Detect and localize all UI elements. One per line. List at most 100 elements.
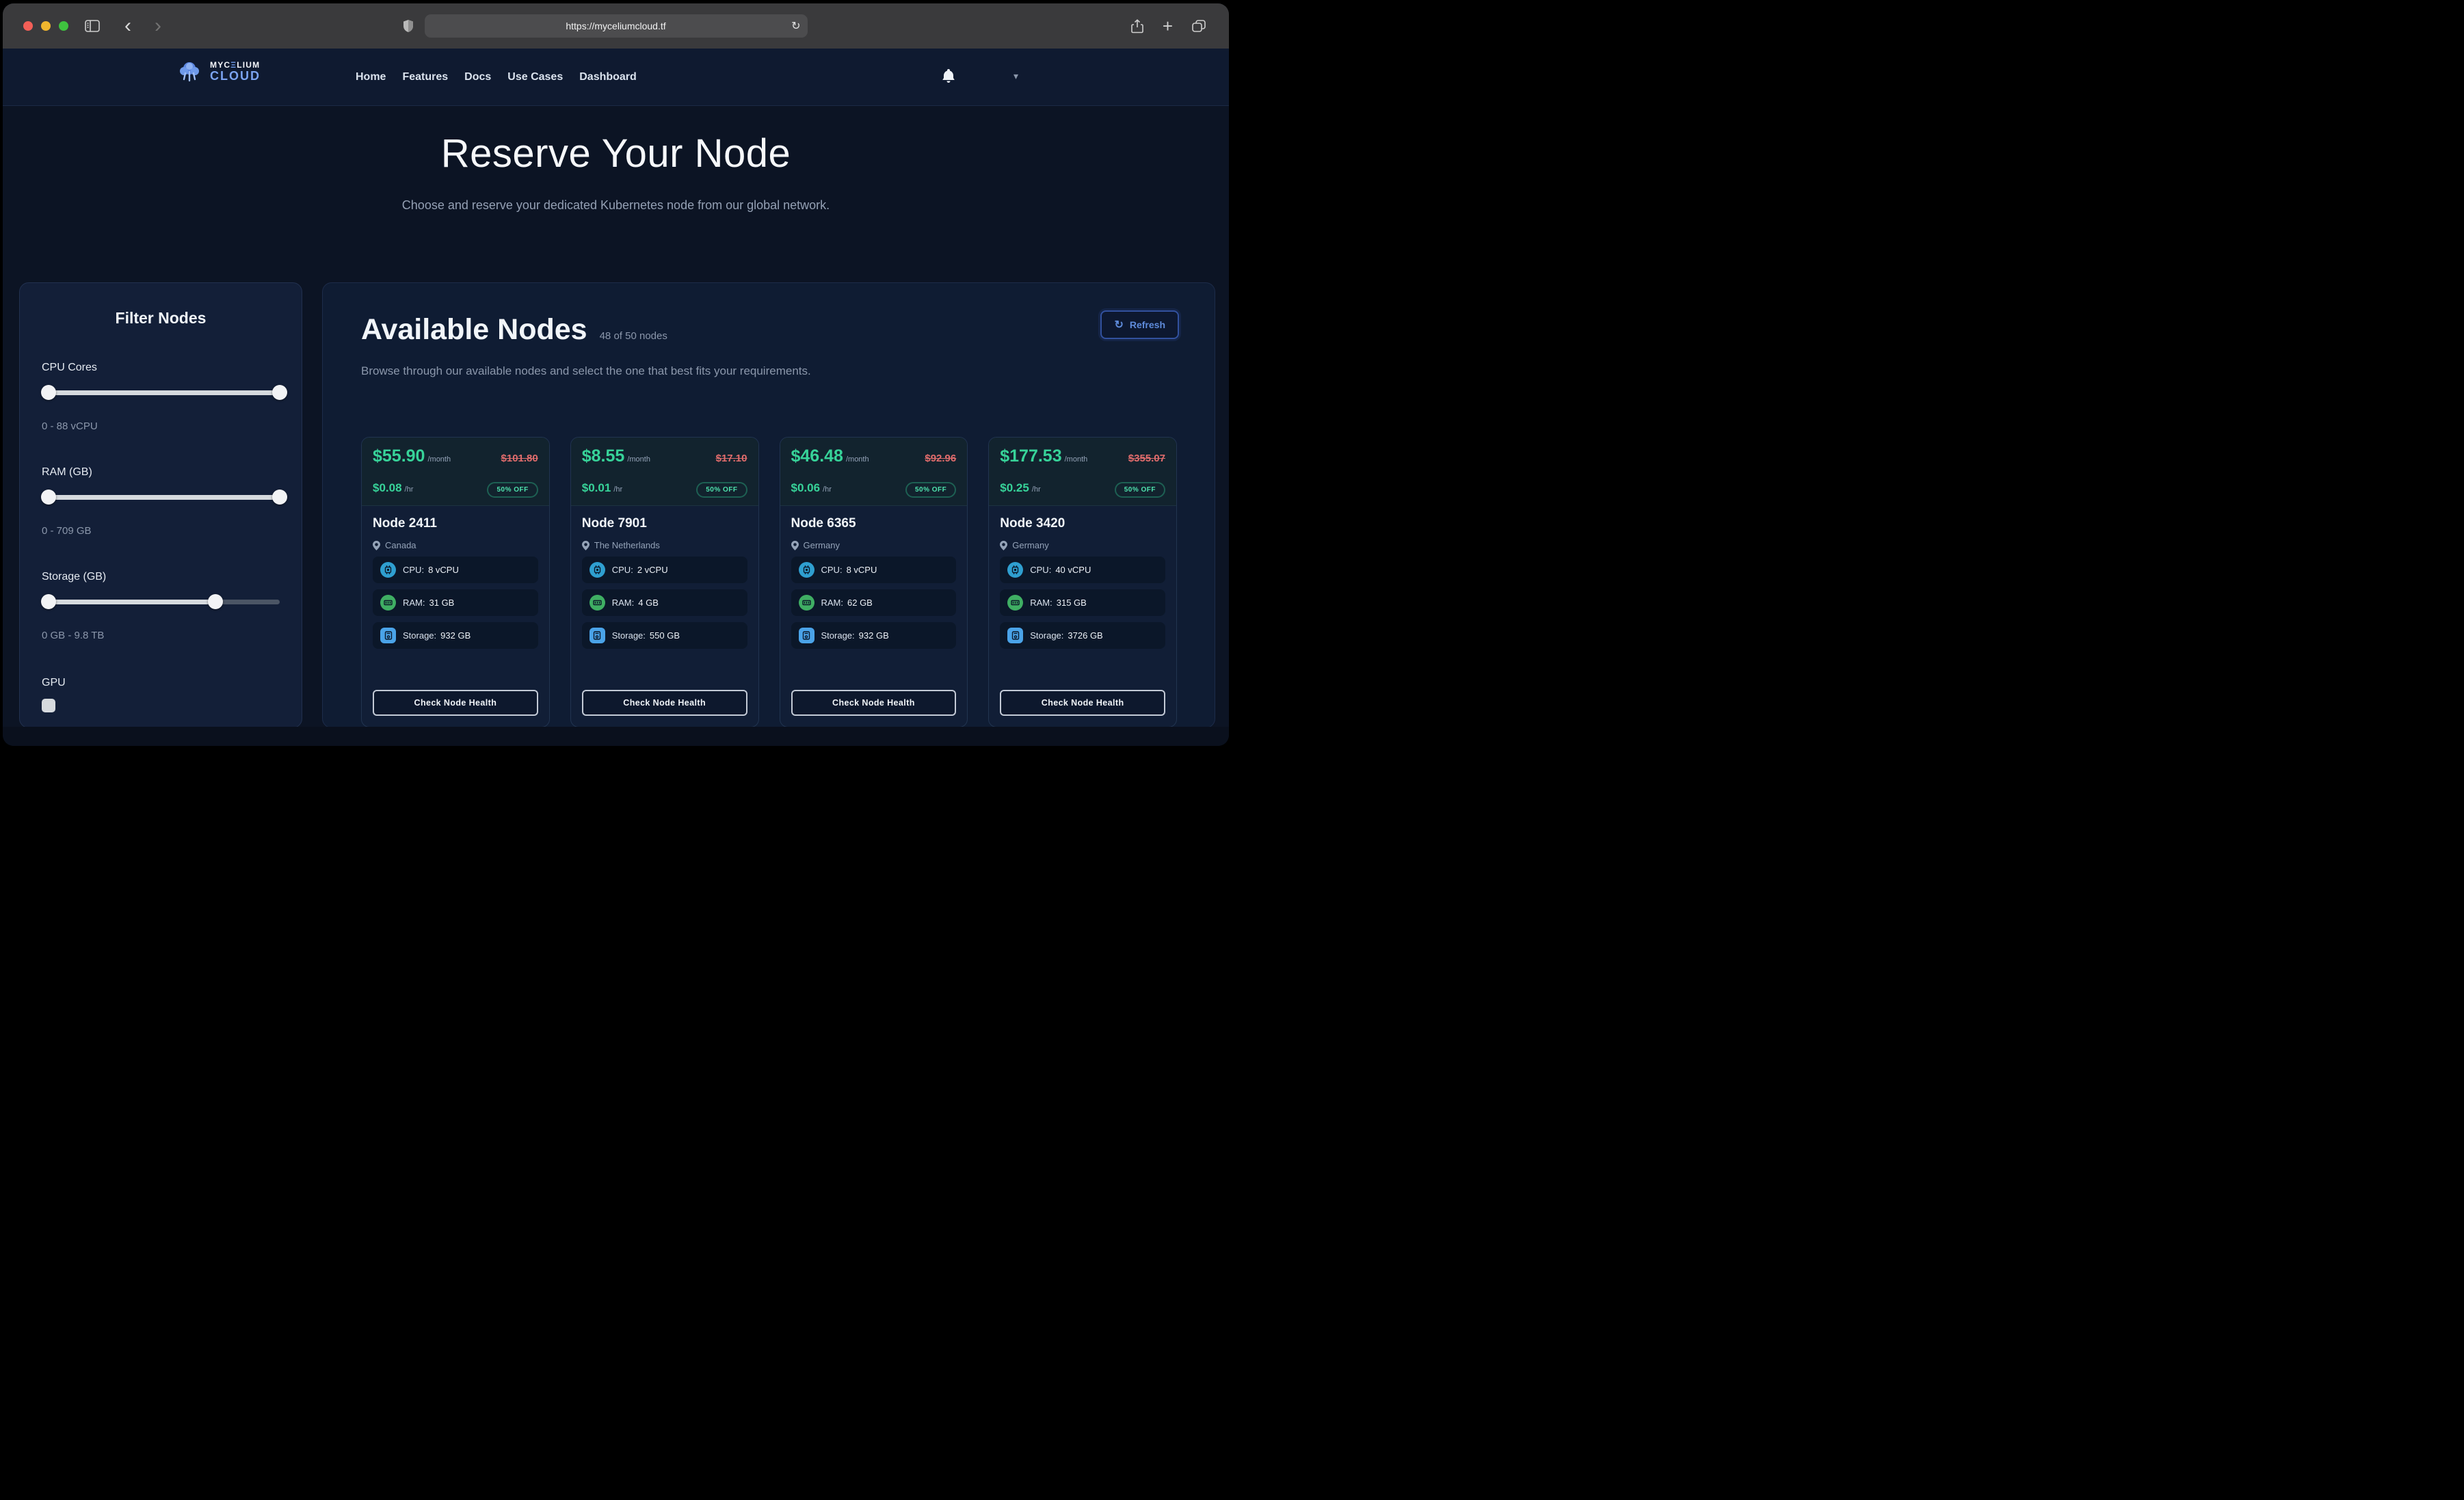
price-header: $46.48/month $92.96 $0.06/hr 50% OFF bbox=[780, 438, 968, 506]
node-name: Node 3420 bbox=[1000, 516, 1165, 531]
minimize-window-button[interactable] bbox=[41, 21, 51, 31]
location-pin-icon bbox=[1000, 541, 1007, 550]
spec-row-cpu: CPU:8 vCPU bbox=[791, 557, 957, 583]
sidebar-toggle-icon[interactable] bbox=[85, 3, 100, 49]
discount-badge: 50% OFF bbox=[905, 482, 956, 498]
nav-item-use-cases[interactable]: Use Cases bbox=[507, 71, 563, 83]
close-window-button[interactable] bbox=[23, 21, 33, 31]
ram-icon bbox=[380, 595, 396, 611]
location-pin-icon bbox=[791, 541, 799, 550]
nav-links: Home Features Docs Use Cases Dashboard bbox=[356, 49, 637, 106]
page-subtitle: Choose and reserve your dedicated Kubern… bbox=[3, 198, 1229, 213]
discount-badge: 50% OFF bbox=[487, 482, 538, 498]
node-card: $8.55/month $17.10 $0.01/hr 50% OFF Node… bbox=[570, 437, 759, 727]
storage-slider-handle-min[interactable] bbox=[41, 594, 56, 609]
cpu-icon bbox=[799, 562, 814, 578]
new-tab-button[interactable]: + bbox=[1163, 17, 1173, 35]
ram-slider-handle-max[interactable] bbox=[272, 490, 287, 505]
window-bottom-strip bbox=[3, 727, 1229, 746]
gpu-checkbox[interactable] bbox=[42, 699, 55, 712]
spec-row-ram: RAM:62 GB bbox=[791, 589, 957, 616]
hero-section: Reserve Your Node Choose and reserve you… bbox=[3, 131, 1229, 213]
cpu-range-text: 0 - 88 vCPU bbox=[42, 420, 280, 432]
zoom-window-button[interactable] bbox=[59, 21, 68, 31]
cpu-icon bbox=[589, 562, 605, 578]
cpu-icon bbox=[1007, 562, 1023, 578]
hourly-price: $0.25 bbox=[1000, 481, 1029, 494]
node-location: Germany bbox=[1000, 540, 1165, 550]
cpu-cores-label: CPU Cores bbox=[42, 362, 280, 374]
logo-line-1: MYCΞLIUM bbox=[210, 61, 261, 70]
nav-item-docs[interactable]: Docs bbox=[464, 71, 491, 83]
ram-slider[interactable] bbox=[42, 490, 280, 505]
storage-icon bbox=[799, 628, 814, 643]
check-node-health-button[interactable]: Check Node Health bbox=[582, 690, 747, 716]
site-logo[interactable]: MYCΞLIUM CLOUD bbox=[176, 58, 261, 85]
price-header: $177.53/month $355.07 $0.25/hr 50% OFF bbox=[989, 438, 1176, 506]
account-chevron-down-icon[interactable]: ▾ bbox=[1014, 70, 1018, 82]
spec-row-cpu: CPU:8 vCPU bbox=[373, 557, 538, 583]
storage-slider-handle-max[interactable] bbox=[208, 594, 223, 609]
url-bar[interactable]: https://myceliumcloud.tf ↻ bbox=[425, 14, 808, 38]
hourly-price: $0.08 bbox=[373, 481, 402, 494]
node-location: Canada bbox=[373, 540, 538, 550]
spec-row-storage: Storage:3726 GB bbox=[1000, 622, 1165, 649]
refresh-button[interactable]: ↻ Refresh bbox=[1100, 310, 1179, 339]
site-navbar: MYCΞLIUM CLOUD Home Features Docs Use Ca… bbox=[3, 49, 1229, 106]
monthly-price: $55.90 bbox=[373, 446, 425, 466]
filter-group-storage: Storage (GB) 0 GB - 9.8 TB bbox=[42, 571, 280, 641]
storage-icon bbox=[380, 628, 396, 643]
storage-label: Storage (GB) bbox=[42, 571, 280, 583]
node-cards-grid: $55.90/month $101.80 $0.08/hr 50% OFF No… bbox=[361, 437, 1177, 727]
forward-button[interactable]: › bbox=[155, 3, 161, 49]
notifications-bell-icon[interactable] bbox=[941, 68, 956, 84]
nodes-description: Browse through our available nodes and s… bbox=[361, 364, 1177, 378]
reload-icon[interactable]: ↻ bbox=[791, 19, 800, 33]
spec-row-storage: Storage:932 GB bbox=[373, 622, 538, 649]
hourly-price: $0.06 bbox=[791, 481, 821, 494]
monthly-price: $46.48 bbox=[791, 446, 843, 466]
url-text: https://myceliumcloud.tf bbox=[566, 21, 665, 31]
original-price: $17.10 bbox=[716, 453, 747, 464]
node-name: Node 6365 bbox=[791, 516, 957, 531]
filter-heading: Filter Nodes bbox=[42, 309, 280, 327]
gpu-label: GPU bbox=[42, 677, 280, 689]
share-icon[interactable] bbox=[1131, 19, 1143, 34]
mycelium-logo-icon bbox=[176, 58, 203, 85]
check-node-health-button[interactable]: Check Node Health bbox=[791, 690, 957, 716]
available-nodes-title: Available Nodes bbox=[361, 313, 587, 347]
original-price: $92.96 bbox=[925, 453, 956, 464]
cpu-slider-handle-min[interactable] bbox=[41, 385, 56, 400]
storage-slider[interactable] bbox=[42, 594, 280, 609]
nav-item-home[interactable]: Home bbox=[356, 71, 386, 83]
node-card: $177.53/month $355.07 $0.25/hr 50% OFF N… bbox=[988, 437, 1177, 727]
ram-slider-handle-min[interactable] bbox=[41, 490, 56, 505]
back-button[interactable]: ‹ bbox=[124, 3, 131, 49]
filter-panel: Filter Nodes CPU Cores 0 - 88 vCPU RAM (… bbox=[19, 282, 302, 728]
ram-range-text: 0 - 709 GB bbox=[42, 525, 280, 537]
spec-row-ram: RAM:4 GB bbox=[582, 589, 747, 616]
ram-label: RAM (GB) bbox=[42, 466, 280, 479]
monthly-price: $177.53 bbox=[1000, 446, 1061, 466]
spec-row-ram: RAM:31 GB bbox=[373, 589, 538, 616]
cpu-cores-slider[interactable] bbox=[42, 385, 280, 400]
ram-icon bbox=[589, 595, 605, 611]
logo-line-2: CLOUD bbox=[210, 70, 261, 83]
nav-item-dashboard[interactable]: Dashboard bbox=[579, 71, 637, 83]
node-card: $55.90/month $101.80 $0.08/hr 50% OFF No… bbox=[361, 437, 550, 727]
filter-group-cpu: CPU Cores 0 - 88 vCPU bbox=[42, 362, 280, 432]
discount-badge: 50% OFF bbox=[696, 482, 747, 498]
check-node-health-button[interactable]: Check Node Health bbox=[373, 690, 538, 716]
nav-item-features[interactable]: Features bbox=[402, 71, 448, 83]
storage-range-text: 0 GB - 9.8 TB bbox=[42, 630, 280, 641]
ram-icon bbox=[1007, 595, 1023, 611]
cpu-slider-handle-max[interactable] bbox=[272, 385, 287, 400]
check-node-health-button[interactable]: Check Node Health bbox=[1000, 690, 1165, 716]
tab-overview-icon[interactable] bbox=[1192, 20, 1206, 32]
storage-icon bbox=[1007, 628, 1023, 643]
discount-badge: 50% OFF bbox=[1115, 482, 1165, 498]
screenshot-stage: ‹ › https://myceliumcloud.tf ↻ + bbox=[0, 0, 1232, 750]
price-header: $55.90/month $101.80 $0.08/hr 50% OFF bbox=[362, 438, 549, 506]
spec-row-cpu: CPU:40 vCPU bbox=[1000, 557, 1165, 583]
location-pin-icon bbox=[582, 541, 589, 550]
